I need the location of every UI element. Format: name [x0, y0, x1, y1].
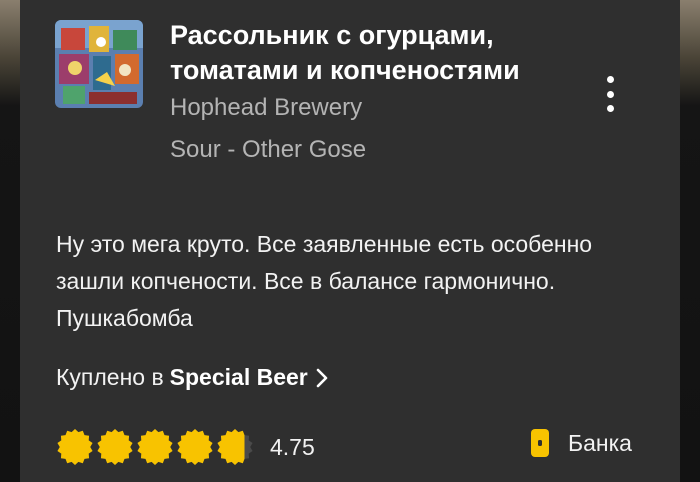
bottle-cap-icon — [57, 429, 93, 465]
serving-type: Банка — [530, 428, 632, 458]
rating-score: 4.75 — [270, 433, 315, 460]
purchase-prefix: Куплено в — [56, 364, 164, 390]
bottle-cap-icon — [217, 429, 253, 465]
menu-dot — [606, 105, 614, 112]
can-icon — [531, 429, 549, 457]
rating-caps — [56, 428, 256, 466]
bottle-cap-icon — [137, 429, 173, 465]
background-right-edge — [680, 0, 700, 482]
bottle-cap-icon — [177, 429, 213, 465]
more-vertical-icon[interactable] — [598, 76, 622, 112]
brewery-name[interactable]: Hophead Brewery — [170, 94, 362, 122]
purchase-location-link[interactable]: Куплено в Special Beer — [56, 364, 328, 391]
beer-style: Sour - Other Gose — [170, 136, 367, 163]
chevron-right-icon — [316, 368, 328, 387]
serving-label: Банка — [568, 429, 632, 456]
beer-name[interactable]: Рассольник с огурцами, томатами и копчен… — [170, 18, 580, 88]
background-left-edge — [0, 0, 20, 482]
rating: 4.75 — [56, 428, 315, 466]
review-text: Ну это мега круто. Все заявленные есть о… — [56, 231, 593, 331]
beer-label-image — [55, 20, 143, 108]
beer-label-thumbnail[interactable] — [55, 20, 143, 108]
bottle-cap-icon — [97, 429, 133, 465]
purchase-venue[interactable]: Special Beer — [170, 364, 308, 391]
menu-dot — [606, 90, 614, 98]
checkin-card: Рассольник с огурцами, томатами и копчен… — [20, 0, 680, 482]
menu-dot — [606, 76, 614, 83]
